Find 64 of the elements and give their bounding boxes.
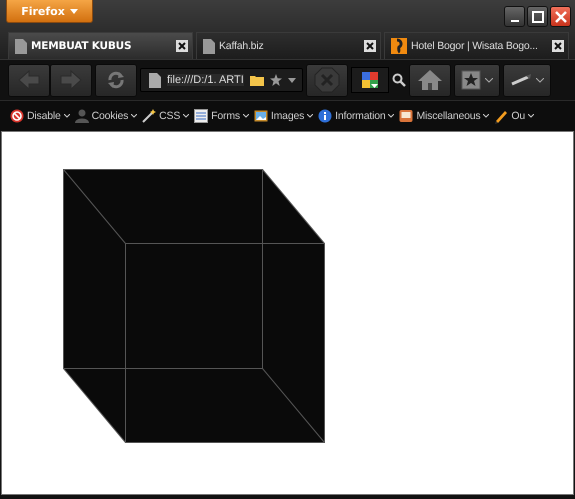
caret-icon bbox=[307, 114, 314, 118]
home-icon bbox=[417, 69, 443, 91]
info-icon bbox=[318, 108, 332, 124]
maximize-icon bbox=[532, 10, 544, 22]
minimize-icon bbox=[510, 20, 518, 22]
toolbar-menu-button[interactable]: Ou bbox=[494, 108, 534, 124]
toolbar-menu-button[interactable]: Disable bbox=[10, 108, 70, 124]
back-arrow-icon bbox=[17, 69, 41, 91]
caret-icon bbox=[485, 78, 493, 82]
prohibition-icon bbox=[10, 108, 24, 124]
forward-arrow-icon bbox=[59, 69, 83, 91]
address-bar[interactable]: file:///D:/1. ARTI bbox=[140, 68, 303, 92]
caret-icon bbox=[528, 114, 534, 118]
pencil-icon bbox=[494, 108, 508, 124]
tab-title: Hotel Bogor | Wisata Bogo... bbox=[411, 40, 539, 52]
close-button[interactable] bbox=[550, 6, 571, 27]
star-icon[interactable] bbox=[270, 74, 282, 86]
close-tab-icon[interactable] bbox=[552, 40, 564, 52]
reload-icon bbox=[106, 70, 126, 90]
maximize-button[interactable] bbox=[527, 6, 548, 27]
caret-icon bbox=[242, 114, 249, 118]
page-icon bbox=[203, 38, 215, 54]
browser-tab[interactable]: Hotel Bogor | Wisata Bogo... bbox=[384, 32, 569, 59]
caret-icon bbox=[70, 8, 78, 14]
bookmarks-button[interactable] bbox=[454, 64, 500, 96]
reload-button[interactable] bbox=[95, 64, 137, 96]
tools-button[interactable] bbox=[503, 64, 551, 96]
page-icon bbox=[15, 38, 27, 54]
picture-icon bbox=[254, 108, 268, 124]
toolbar-menu-button[interactable]: CSS bbox=[142, 108, 190, 124]
toolbar-menu-button[interactable]: Miscellaneous bbox=[399, 108, 490, 124]
dropdown-caret-icon[interactable] bbox=[288, 78, 296, 82]
browser-tab[interactable]: Kaffah.biz bbox=[196, 32, 381, 59]
caret-icon bbox=[388, 114, 394, 118]
search-engine-icon[interactable] bbox=[361, 71, 379, 89]
toolbar-menu-button[interactable]: Images bbox=[254, 108, 314, 124]
url-text: file:///D:/1. ARTI bbox=[167, 74, 244, 86]
caret-icon bbox=[131, 114, 138, 118]
inbox-tray-icon bbox=[399, 108, 414, 124]
tab-title: MEMBUAT KUBUS bbox=[31, 40, 132, 52]
close-tab-icon[interactable] bbox=[364, 40, 376, 52]
toolbar-menu-button[interactable]: Information bbox=[318, 108, 394, 124]
close-tab-icon[interactable] bbox=[176, 40, 188, 52]
search-icon[interactable] bbox=[392, 73, 406, 87]
toolbar-menu-button[interactable]: Cookies bbox=[74, 108, 138, 124]
caret-icon bbox=[64, 114, 70, 118]
home-button[interactable] bbox=[409, 64, 451, 96]
site-logo-icon bbox=[391, 38, 407, 54]
stop-icon bbox=[314, 67, 340, 93]
person-icon bbox=[74, 108, 89, 124]
close-icon bbox=[554, 10, 566, 22]
folder-icon bbox=[250, 74, 264, 86]
wand-icon bbox=[142, 108, 156, 124]
toolbar-menu-button[interactable]: Forms bbox=[194, 108, 249, 124]
page-icon bbox=[149, 72, 161, 88]
caret-icon bbox=[536, 78, 544, 82]
search-field[interactable] bbox=[351, 67, 389, 93]
caret-icon bbox=[483, 114, 490, 118]
dropper-icon bbox=[510, 73, 532, 87]
browser-tab[interactable]: MEMBUAT KUBUS bbox=[8, 32, 193, 59]
tab-title: Kaffah.biz bbox=[219, 40, 265, 52]
minimize-button[interactable] bbox=[504, 6, 525, 27]
form-icon bbox=[194, 108, 208, 124]
caret-icon bbox=[183, 114, 190, 118]
